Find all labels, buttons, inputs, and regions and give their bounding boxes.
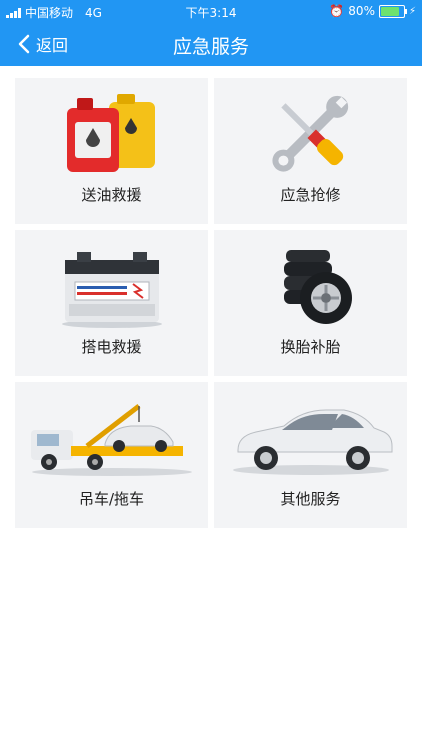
service-tow-truck[interactable]: 吊车/拖车 xyxy=(15,382,208,528)
service-emergency-repair[interactable]: 应急抢修 xyxy=(214,78,407,224)
oil-can-icon xyxy=(66,94,155,172)
page-title: 应急服务 xyxy=(172,36,249,58)
service-tire-change[interactable]: 换胎补胎 xyxy=(214,230,407,376)
nav-bar: 返回 应急服务 xyxy=(0,22,422,66)
service-label: 搭电救援 xyxy=(81,338,142,356)
service-jump-start[interactable]: 搭电救援 xyxy=(15,230,208,376)
tow-truck-icon xyxy=(30,404,192,476)
service-label: 送油救援 xyxy=(81,186,142,204)
app-header: 中国移动 4G 下午3:14 ⏰ 80% ⚡ 返回 应急服务 xyxy=(0,0,422,66)
battery-percent: 80% xyxy=(348,4,375,18)
wrench-screwdriver-icon xyxy=(271,95,348,172)
tires-icon xyxy=(283,250,352,324)
service-label: 吊车/拖车 xyxy=(78,490,145,508)
charging-icon: ⚡ xyxy=(408,5,416,17)
service-label: 其他服务 xyxy=(280,490,341,508)
status-bar: 中国移动 4G 下午3:14 ⏰ 80% ⚡ xyxy=(0,0,422,22)
service-fuel-rescue[interactable]: 送油救援 xyxy=(15,78,208,224)
service-grid: 送油救援 应急抢修 搭电救援 换胎补胎 吊车/拖车 其他服务 xyxy=(15,78,407,528)
service-label: 应急抢修 xyxy=(280,186,341,204)
alarm-icon: ⏰ xyxy=(329,4,345,18)
service-label: 换胎补胎 xyxy=(280,338,341,356)
car-icon xyxy=(232,409,392,475)
car-battery-icon xyxy=(61,252,162,328)
service-other[interactable]: 其他服务 xyxy=(214,382,407,528)
battery-icon xyxy=(378,4,407,18)
